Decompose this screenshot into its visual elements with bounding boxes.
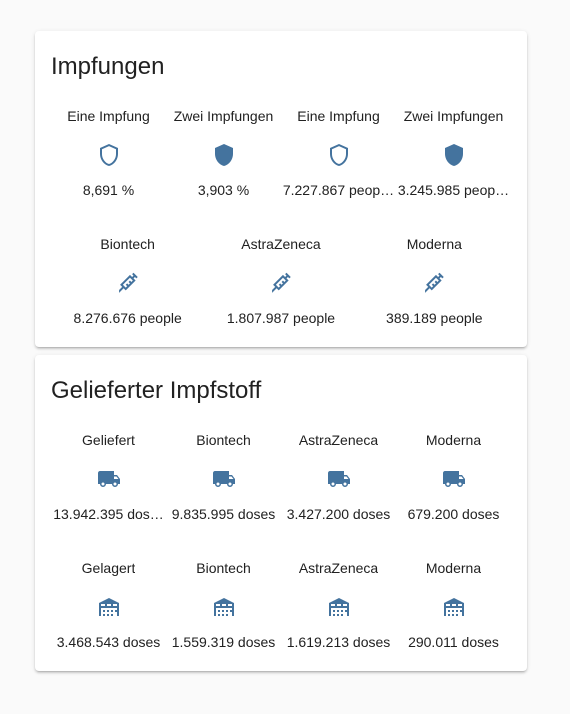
warehouse-icon (327, 595, 351, 619)
entity-value: 8.276.676 people (73, 310, 182, 326)
shield-outline-icon (97, 143, 121, 167)
entity-value: 7.227.867 peop… (282, 182, 395, 198)
syringe-icon (116, 271, 140, 295)
entity-label: AstraZeneca (241, 236, 321, 252)
entity-label: AstraZeneca (298, 432, 379, 448)
gelieferter-impfstoff-card: Gelieferter Impfstoff Geliefert 13.942.3… (35, 355, 527, 671)
entity-value: 8,691 % (82, 182, 135, 198)
warehouse-icon (97, 595, 121, 619)
entity-row: Biontech 8.276.676 people AstraZeneca 1.… (51, 235, 511, 327)
entity-gelagert[interactable]: Gelagert 3.468.543 doses (51, 559, 166, 651)
entity-astrazeneca-stored[interactable]: AstraZeneca 1.619.213 doses (281, 559, 396, 651)
entity-row: Geliefert 13.942.395 dos… Biontech 9.835… (51, 431, 511, 523)
entity-biontech-people[interactable]: Biontech 8.276.676 people (51, 235, 204, 327)
card-title: Impfungen (51, 53, 165, 80)
entity-value: 3,903 % (197, 182, 250, 198)
entity-label: Eine Impfung (297, 108, 380, 124)
entity-zwei-impfungen-percent[interactable]: Zwei Impfungen 3,903 % (166, 107, 281, 199)
entity-label: Zwei Impfungen (173, 108, 274, 124)
shield-icon (212, 143, 236, 167)
entity-biontech-stored[interactable]: Biontech 1.559.319 doses (166, 559, 281, 651)
entity-value: 679.200 doses (407, 506, 500, 522)
entity-value: 1.807.987 people (226, 310, 336, 326)
syringe-icon (269, 271, 293, 295)
entity-label: Biontech (196, 560, 251, 576)
entity-label: Biontech (196, 432, 251, 448)
impfungen-card: Impfungen Eine Impfung 8,691 % Zwei Impf… (35, 31, 527, 347)
entity-value: 1.619.213 doses (286, 634, 391, 650)
truck-icon (212, 467, 236, 491)
truck-icon (97, 467, 121, 491)
entity-value: 9.835.995 doses (171, 506, 276, 522)
entity-label: Zwei Impfungen (403, 108, 504, 124)
truck-icon (327, 467, 351, 491)
truck-icon (442, 467, 466, 491)
entity-value: 3.468.543 doses (56, 634, 161, 650)
entity-moderna-stored[interactable]: Moderna 290.011 doses (396, 559, 511, 651)
entity-value: 389.189 people (386, 310, 483, 326)
entity-value: 3.245.985 peop… (397, 182, 510, 198)
card-title: Gelieferter Impfstoff (51, 377, 262, 404)
entity-geliefert[interactable]: Geliefert 13.942.395 dos… (51, 431, 166, 523)
entity-label: Geliefert (82, 432, 135, 448)
entity-label: Moderna (425, 560, 482, 576)
entity-zwei-impfungen-people[interactable]: Zwei Impfungen 3.245.985 peop… (396, 107, 511, 199)
entity-label: Eine Impfung (67, 108, 150, 124)
entity-label: Biontech (100, 236, 155, 252)
entity-value: 1.559.319 doses (171, 634, 276, 650)
entity-moderna-delivered[interactable]: Moderna 679.200 doses (396, 431, 511, 523)
entity-astrazeneca-delivered[interactable]: AstraZeneca 3.427.200 doses (281, 431, 396, 523)
entity-label: Moderna (425, 432, 482, 448)
entity-moderna-people[interactable]: Moderna 389.189 people (358, 235, 511, 327)
entity-biontech-delivered[interactable]: Biontech 9.835.995 doses (166, 431, 281, 523)
entity-label: Moderna (406, 236, 462, 252)
shield-outline-icon (327, 143, 351, 167)
entity-value: 3.427.200 doses (286, 506, 391, 522)
entity-label: AstraZeneca (298, 560, 379, 576)
entity-label: Gelagert (81, 560, 136, 576)
entity-eine-impfung-people[interactable]: Eine Impfung 7.227.867 peop… (281, 107, 396, 199)
entity-row: Gelagert 3.468.543 doses Biontech 1.559.… (51, 559, 511, 651)
entity-eine-impfung-percent[interactable]: Eine Impfung 8,691 % (51, 107, 166, 199)
entity-row: Eine Impfung 8,691 % Zwei Impfungen 3,90… (51, 107, 511, 199)
warehouse-icon (212, 595, 236, 619)
entity-astrazeneca-people[interactable]: AstraZeneca 1.807.987 people (204, 235, 357, 327)
entity-value: 13.942.395 dos… (53, 506, 164, 522)
warehouse-icon (442, 595, 466, 619)
shield-icon (442, 143, 466, 167)
syringe-icon (422, 271, 446, 295)
entity-value: 290.011 doses (408, 634, 499, 650)
